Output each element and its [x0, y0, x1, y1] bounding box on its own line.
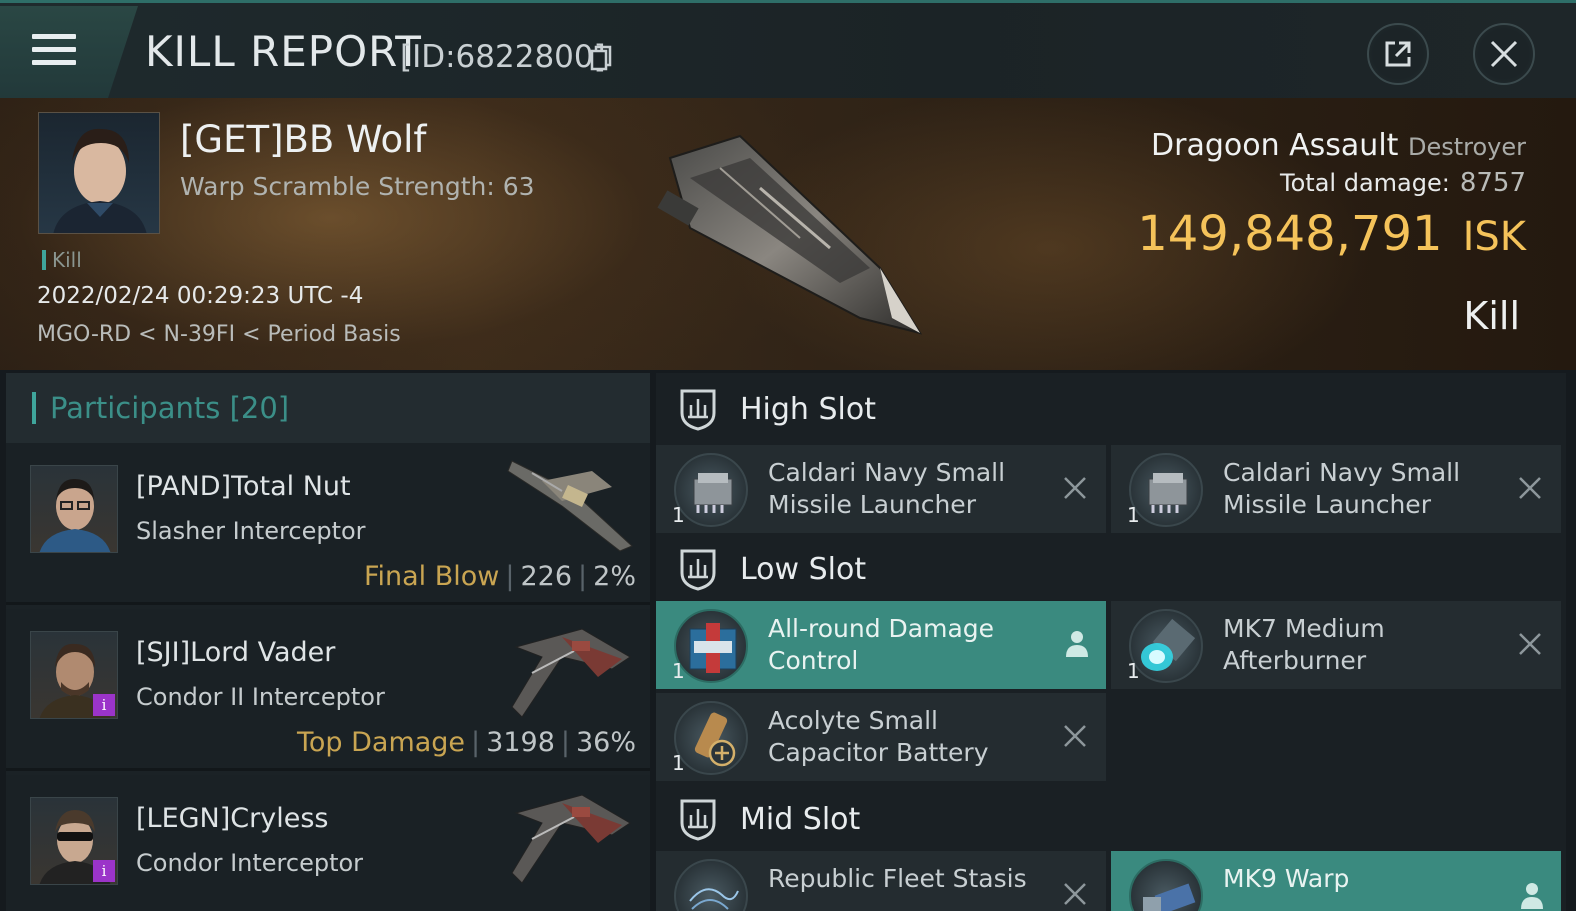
- share-icon: [1385, 41, 1411, 67]
- module-item[interactable]: 1 MK7 Medium Afterburner: [1111, 601, 1561, 689]
- participant-name: [LEGN]Cryless: [136, 803, 329, 834]
- high-slot-header: High Slot: [656, 373, 1566, 445]
- warp-disruptor-icon: [1129, 859, 1203, 911]
- module-name: MK7 Medium Afterburner: [1223, 614, 1385, 675]
- mid-slot-header: Mid Slot: [656, 783, 1566, 855]
- module-item[interactable]: MK9 Warp: [1111, 851, 1561, 911]
- kill-location: MGO-RD < N-39FI < Period Basis: [37, 322, 401, 347]
- missile-launcher-icon: [1129, 453, 1203, 527]
- victim-name: [GET]BB Wolf: [180, 118, 427, 161]
- module-name: Republic Fleet Stasis: [768, 864, 1027, 893]
- menu-button[interactable]: [0, 6, 138, 98]
- participant-stats: Final Blow | 226 | 2%: [363, 561, 636, 592]
- capacitor-battery-icon: [674, 701, 748, 775]
- pilot-icon: [1066, 631, 1088, 657]
- participant-ship: Condor II Interceptor: [136, 683, 385, 711]
- participant-stats: Top Damage | 3198 | 36%: [296, 727, 636, 758]
- kill-tag: Kill: [42, 248, 82, 272]
- kill-datetime: 2022/02/24 00:29:23 UTC -4: [37, 283, 364, 309]
- participants-header: Participants [20]: [6, 373, 650, 443]
- victim-ship-image: [657, 134, 923, 335]
- participant-ship-image: [507, 460, 633, 552]
- participant-ship: Condor Interceptor: [136, 849, 364, 877]
- shield-icon: [680, 799, 716, 841]
- participants-panel: Participants [20] [PAND]Total Nut Slashe…: [6, 373, 650, 911]
- missile-launcher-icon: [674, 453, 748, 527]
- participant-row[interactable]: i [LEGN]Cryless Condor Interceptor: [6, 775, 650, 911]
- module-item[interactable]: 1 Acolyte Small Capacitor Battery: [656, 693, 1106, 781]
- stasis-webifier-icon: [674, 859, 748, 911]
- module-name: Caldari Navy Small Missile Launcher: [1223, 458, 1461, 519]
- module-item[interactable]: 1 Caldari Navy Small Missile Launcher: [1111, 445, 1561, 533]
- participant-ship: Slasher Interceptor: [136, 517, 366, 545]
- victim-portrait[interactable]: [38, 112, 160, 234]
- fitting-panel: High Slot 1 Caldari Navy Small Missile L…: [656, 373, 1566, 911]
- participant-name: [PAND]Total Nut: [136, 471, 351, 502]
- low-slot-header: Low Slot: [656, 533, 1566, 605]
- remove-x-icon[interactable]: [1060, 473, 1090, 503]
- remove-x-icon[interactable]: [1515, 473, 1545, 503]
- report-id: [ID:6822800]: [400, 39, 606, 75]
- participant-name: [SJI]Lord Vader: [136, 637, 336, 668]
- participant-portrait[interactable]: i: [30, 797, 118, 885]
- participant-row[interactable]: [PAND]Total Nut Slasher Interceptor Fina…: [6, 443, 650, 605]
- remove-x-icon[interactable]: [1060, 879, 1090, 909]
- damage-control-icon: [674, 609, 748, 683]
- pilot-icon: [1521, 883, 1543, 909]
- module-item[interactable]: 1 Caldari Navy Small Missile Launcher: [656, 445, 1106, 533]
- remove-x-icon[interactable]: [1515, 629, 1545, 659]
- isk-value: 149,848,791 ISK: [1137, 206, 1526, 262]
- afterburner-icon: [1129, 609, 1203, 683]
- participant-row[interactable]: i [SJI]Lord Vader Condor II Interceptor …: [6, 609, 650, 771]
- module-name: Acolyte Small Capacitor Battery: [768, 706, 989, 767]
- shield-icon: [680, 549, 716, 591]
- close-button[interactable]: [1473, 23, 1535, 85]
- info-badge-icon: i: [93, 694, 115, 716]
- module-item[interactable]: Republic Fleet Stasis: [656, 851, 1106, 911]
- participant-portrait[interactable]: [30, 465, 118, 553]
- page-title: KILL REPORT: [145, 27, 422, 76]
- result-label: Kill: [1463, 294, 1520, 338]
- participant-ship-image: [511, 794, 631, 884]
- remove-x-icon[interactable]: [1060, 721, 1090, 751]
- module-item[interactable]: 1 All-round Damage Control: [656, 601, 1106, 689]
- top-bar: KILL REPORT [ID:6822800]: [0, 0, 1576, 98]
- total-damage: Total damage: 8757: [1280, 168, 1526, 198]
- participant-ship-image: [511, 628, 631, 718]
- close-icon: [1490, 40, 1518, 68]
- info-badge-icon: i: [93, 860, 115, 882]
- warp-scramble-strength: Warp Scramble Strength: 63: [180, 172, 535, 201]
- module-name: Caldari Navy Small Missile Launcher: [768, 458, 1006, 519]
- participant-portrait[interactable]: i: [30, 631, 118, 719]
- victim-banner: [GET]BB Wolf Warp Scramble Strength: 63 …: [0, 98, 1576, 370]
- module-name: MK9 Warp: [1223, 864, 1350, 893]
- share-button[interactable]: [1367, 23, 1429, 85]
- shield-icon: [680, 389, 716, 431]
- module-name: All-round Damage Control: [768, 614, 995, 675]
- copy-icon[interactable]: [590, 45, 612, 71]
- victim-ship: Dragoon Assault Destroyer: [1151, 128, 1526, 163]
- menu-icon: [32, 34, 76, 68]
